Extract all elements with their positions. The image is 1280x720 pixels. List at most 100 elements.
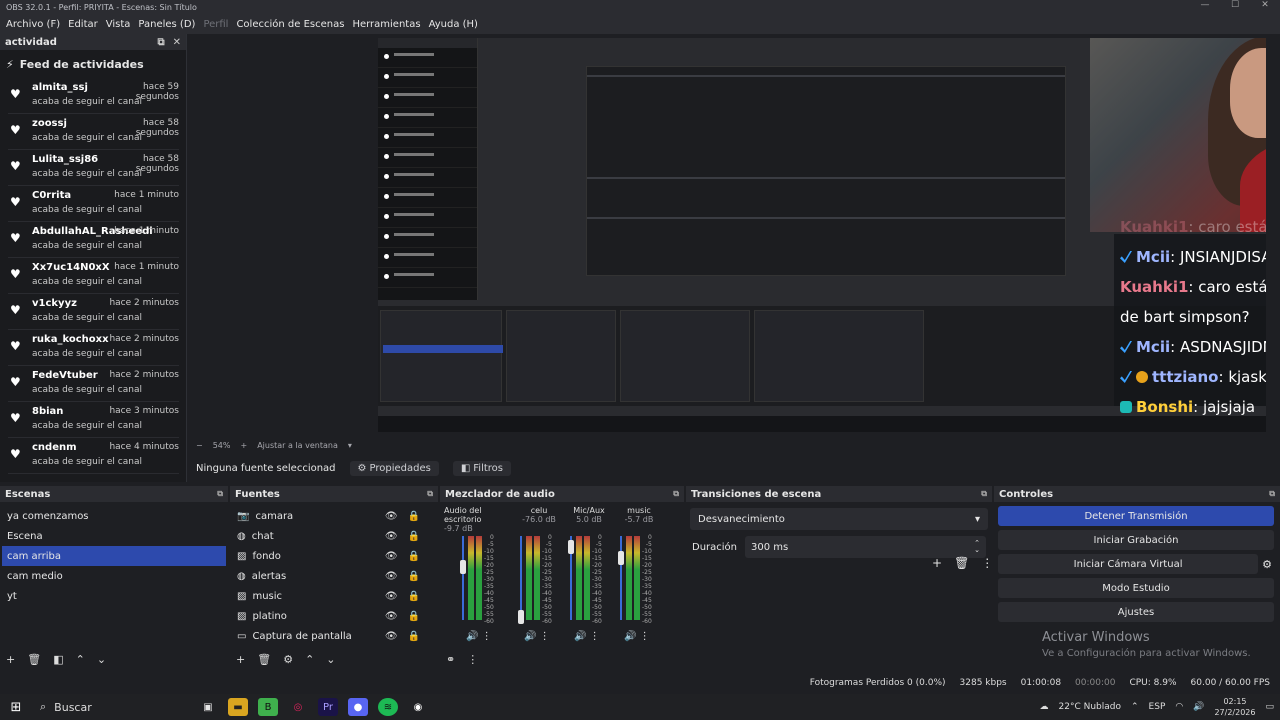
premiere-icon[interactable]: Pr xyxy=(318,698,338,716)
add-icon[interactable]: + xyxy=(236,653,245,666)
fader-handle[interactable] xyxy=(518,609,524,624)
properties-button[interactable]: ⚙ Propiedades xyxy=(349,460,439,476)
source-item[interactable]: ▨ music 👁 🔒 xyxy=(230,586,438,606)
studio-mode-button[interactable]: Modo Estudio xyxy=(998,578,1274,598)
link-icon[interactable]: ⚭ xyxy=(446,653,455,666)
lock-icon[interactable]: 🔒 xyxy=(408,591,420,602)
clock[interactable]: 02:15 27/2/2026 xyxy=(1214,696,1255,718)
minimize-icon[interactable]: — xyxy=(1190,0,1220,10)
discord-icon[interactable]: ● xyxy=(348,698,368,716)
filters-button[interactable]: ◧ Filtros xyxy=(452,460,512,476)
move-up-icon[interactable]: ⌃ xyxy=(76,653,85,666)
stop-streaming-button[interactable]: Detener Transmisión xyxy=(998,506,1274,526)
volume-fader[interactable] xyxy=(462,536,464,620)
move-down-icon[interactable]: ⌄ xyxy=(97,653,106,666)
fader-handle[interactable] xyxy=(460,559,466,574)
eye-icon[interactable]: 👁 xyxy=(385,551,398,562)
preview-canvas[interactable]: Kuahki1: caro estás haciendo cosplay Mcii… xyxy=(188,34,1280,438)
taskbar-search[interactable]: ⌕ Buscar xyxy=(32,696,182,718)
obs-icon[interactable]: ◉ xyxy=(408,698,428,716)
fit-window-label[interactable]: Ajustar a la ventana xyxy=(257,441,338,450)
volume-icon[interactable]: 🔊 xyxy=(1193,702,1204,712)
volume-fader[interactable] xyxy=(520,536,522,620)
source-item[interactable]: ◍ chat 👁 🔒 xyxy=(230,526,438,546)
scene-item[interactable]: cam medio xyxy=(0,566,228,586)
volume-fader[interactable] xyxy=(620,536,622,620)
scene-item[interactable]: Escena xyxy=(0,526,228,546)
float-icon[interactable]: ⧉ xyxy=(427,489,433,499)
zoom-out-icon[interactable]: − xyxy=(196,441,203,450)
windows-start-icon[interactable]: ⊞ xyxy=(0,700,32,715)
chevron-up-icon[interactable]: ⌃ xyxy=(1131,702,1139,712)
language-indicator[interactable]: ESP xyxy=(1149,702,1166,712)
lock-icon[interactable]: 🔒 xyxy=(408,631,420,642)
wifi-icon[interactable]: ◠ xyxy=(1175,702,1183,712)
trash-icon[interactable]: 🗑 xyxy=(257,653,271,666)
lock-icon[interactable]: 🔒 xyxy=(408,551,420,562)
menu-dots-icon[interactable]: ⋮ xyxy=(640,631,650,642)
scene-item[interactable]: ya comenzamos xyxy=(0,506,228,526)
eye-icon[interactable]: 👁 xyxy=(385,631,398,642)
float-icon[interactable]: ⧉ xyxy=(1269,489,1275,499)
menu-dots-icon[interactable]: ⋮ xyxy=(981,556,993,570)
chevron-down-icon[interactable]: ▾ xyxy=(348,441,352,450)
volume-icon[interactable]: 🔊 xyxy=(624,631,636,642)
menu-ayuda[interactable]: Ayuda (H) xyxy=(425,19,482,30)
notification-icon[interactable]: ▭ xyxy=(1265,702,1274,712)
move-down-icon[interactable]: ⌄ xyxy=(326,653,335,666)
float-icon[interactable]: ⧉ xyxy=(981,489,987,499)
eye-icon[interactable]: 👁 xyxy=(385,571,398,582)
source-item[interactable]: ▨ platino 👁 🔒 xyxy=(230,606,438,626)
menu-dots-icon[interactable]: ⋮ xyxy=(482,631,492,642)
filter-icon[interactable]: ◧ xyxy=(53,653,63,666)
lock-icon[interactable]: 🔒 xyxy=(408,531,420,542)
float-icon[interactable]: ⧉ xyxy=(217,489,223,499)
menu-perfil[interactable]: Perfil xyxy=(199,19,232,30)
spotify-icon[interactable]: ≋ xyxy=(378,698,398,716)
scene-item[interactable]: yt xyxy=(0,586,228,606)
menu-dots-icon[interactable]: ⋮ xyxy=(467,653,478,666)
menu-archivo[interactable]: Archivo (F) xyxy=(2,19,64,30)
menu-coleccion[interactable]: Colección de Escenas xyxy=(232,19,348,30)
volume-icon[interactable]: 🔊 xyxy=(524,631,536,642)
source-item[interactable]: ▨ fondo 👁 🔒 xyxy=(230,546,438,566)
zoom-in-icon[interactable]: + xyxy=(240,441,247,450)
menu-vista[interactable]: Vista xyxy=(102,19,135,30)
opera-icon[interactable]: ◎ xyxy=(288,698,308,716)
source-item[interactable]: ▭ Captura de pantalla 👁 🔒 xyxy=(230,626,438,646)
close-icon[interactable]: ✕ xyxy=(1250,0,1280,10)
settings-button[interactable]: Ajustes xyxy=(998,602,1274,622)
lock-icon[interactable]: 🔒 xyxy=(408,511,420,522)
close-panel-icon[interactable]: ✕ xyxy=(173,37,181,48)
volume-icon[interactable]: 🔊 xyxy=(466,631,478,642)
eye-icon[interactable]: 👁 xyxy=(385,531,398,542)
gear-icon[interactable]: ⚙ xyxy=(1262,558,1272,571)
menu-paneles[interactable]: Paneles (D) xyxy=(134,19,199,30)
lock-icon[interactable]: 🔒 xyxy=(408,571,420,582)
app-b-icon[interactable]: B xyxy=(258,698,278,716)
fader-handle[interactable] xyxy=(618,551,624,566)
source-item[interactable]: ◍ alertas 👁 🔒 xyxy=(230,566,438,586)
trash-icon[interactable]: 🗑 xyxy=(27,653,41,666)
transition-select[interactable]: Desvanecimiento ▾ xyxy=(690,508,988,530)
fader-handle[interactable] xyxy=(568,540,574,555)
trash-icon[interactable]: 🗑 xyxy=(954,556,969,570)
menu-editar[interactable]: Editar xyxy=(64,19,102,30)
scene-item[interactable]: cam arriba xyxy=(2,546,226,566)
gear-icon[interactable]: ⚙ xyxy=(283,653,293,666)
add-icon[interactable]: + xyxy=(932,556,942,570)
eye-icon[interactable]: 👁 xyxy=(385,511,398,522)
file-explorer-icon[interactable]: ▬ xyxy=(228,698,248,716)
start-recording-button[interactable]: Iniciar Grabación xyxy=(998,530,1274,550)
move-up-icon[interactable]: ⌃ xyxy=(305,653,314,666)
menu-herramientas[interactable]: Herramientas xyxy=(348,19,424,30)
eye-icon[interactable]: 👁 xyxy=(385,611,398,622)
float-icon[interactable]: ⧉ xyxy=(157,37,164,48)
menu-dots-icon[interactable]: ⋮ xyxy=(590,631,600,642)
lock-icon[interactable]: 🔒 xyxy=(408,611,420,622)
duration-input[interactable]: 300 ms ⌃ ⌄ xyxy=(745,536,986,558)
add-icon[interactable]: + xyxy=(6,653,15,666)
spinner-icon[interactable]: ⌃ ⌄ xyxy=(974,540,980,554)
volume-icon[interactable]: 🔊 xyxy=(574,631,586,642)
eye-icon[interactable]: 👁 xyxy=(385,591,398,602)
